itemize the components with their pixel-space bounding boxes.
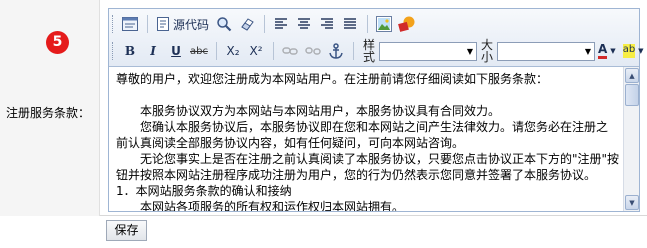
bold-button[interactable]: B	[119, 40, 141, 62]
size-select[interactable]: ▼	[497, 41, 595, 61]
link-icon[interactable]	[279, 40, 301, 62]
document-icon	[157, 17, 169, 31]
content-line: 1．本网站服务条款的确认和接纳	[116, 184, 292, 198]
image-icon[interactable]	[373, 13, 395, 35]
highlight-icon: ab	[622, 44, 636, 58]
editor-toolbar: 源代码 B I U abc X₂ X² 样式 ▼ 大小 ▼ A ▼ ab ▼	[109, 9, 644, 67]
toolbar-grip[interactable]	[112, 15, 115, 33]
editor-content-area[interactable]: 尊敬的用户，欢迎您注册成为本网站用户。在注册前请您仔细阅读如下服务条款： 本服务协…	[109, 67, 623, 211]
chevron-down-icon[interactable]: ▼	[464, 43, 476, 60]
eraser-icon[interactable]	[236, 13, 258, 35]
vertical-scrollbar[interactable]: ▲ ▼	[623, 67, 639, 211]
toolbar-row-1: 源代码	[112, 12, 419, 36]
toolbar-separator	[216, 42, 217, 60]
rich-text-editor: 源代码 B I U abc X₂ X² 样式 ▼ 大小 ▼ A ▼ ab ▼ 尊…	[108, 8, 644, 212]
content-line: 您确认本服务协议后，本服务协议即在您和本网站之间产生法律效力。请您务必在注册之	[140, 120, 609, 134]
zoom-icon[interactable]	[213, 13, 235, 35]
chevron-down-icon[interactable]: ▼	[582, 43, 594, 60]
align-right-icon[interactable]	[316, 13, 338, 35]
toolbar-separator	[353, 42, 354, 60]
source-code-label: 源代码	[173, 17, 210, 32]
scroll-up-icon[interactable]: ▲	[625, 68, 639, 83]
strikethrough-button[interactable]: abc	[188, 40, 210, 62]
superscript-button[interactable]: X²	[245, 40, 267, 62]
content-line: 无论您事实上是否在注册之前认真阅读了本服务协议，只要您点击协议正本下方的"注册"…	[140, 152, 620, 166]
font-color-button[interactable]: A ▼	[595, 40, 619, 62]
anchor-icon[interactable]	[325, 40, 347, 62]
content-line: 本服务协议双方为本网站与本网站用户，本服务协议具有合同效力。	[140, 104, 501, 118]
toolbar-row-2: B I U abc X₂ X² 样式 ▼ 大小 ▼ A ▼ ab ▼	[112, 39, 647, 63]
toolbar-separator	[273, 42, 274, 60]
subscript-button[interactable]: X₂	[222, 40, 244, 62]
flash-icon[interactable]	[396, 13, 418, 35]
toolbar-separator	[147, 15, 148, 33]
content-line: 前认真阅读全部服务协议内容，如有任何疑问，可向本网站咨询。	[116, 136, 465, 150]
content-line: 尊敬的用户，欢迎您注册成为本网站用户。在注册前请您仔细阅读如下服务条款：	[116, 72, 549, 86]
toolbar-grip[interactable]	[112, 42, 115, 60]
unlink-icon[interactable]	[302, 40, 324, 62]
underline-button[interactable]: U	[165, 40, 187, 62]
align-center-icon[interactable]	[293, 13, 315, 35]
content-line: 本网站各项服务的所有权和运作权归本网站拥有。	[140, 200, 405, 211]
chevron-down-icon: ▼	[610, 47, 616, 55]
toolbar-separator	[367, 15, 369, 33]
content-line: 钮并按照本网站注册程序成功注册为用户，您的行为仍然表示您同意并签署了本服务协议。	[116, 168, 597, 182]
align-justify-icon[interactable]	[339, 13, 361, 35]
chevron-down-icon: ▼	[638, 47, 644, 55]
source-view-icon[interactable]	[119, 13, 141, 35]
save-button[interactable]: 保存	[106, 220, 147, 241]
font-color-icon: A	[598, 43, 608, 59]
scrollbar-thumb[interactable]	[625, 84, 639, 106]
italic-button[interactable]: I	[142, 40, 164, 62]
style-label: 样式	[362, 38, 375, 64]
highlight-button[interactable]: ab ▼	[620, 40, 647, 62]
step-badge: 5	[46, 31, 69, 54]
size-label: 大小	[480, 38, 493, 64]
source-code-button[interactable]: 源代码	[153, 13, 212, 35]
content-line	[116, 87, 617, 103]
label-cell: 5 注册服务条款：	[0, 0, 100, 216]
form-row-terms: 5 注册服务条款： 源代码 B I U abc X₂ X² 样式 ▼ 大小 ▼ …	[0, 0, 647, 216]
scroll-down-icon[interactable]: ▼	[625, 195, 639, 210]
style-select[interactable]: ▼	[379, 41, 477, 61]
field-label: 注册服务条款：	[6, 106, 91, 120]
align-left-icon[interactable]	[270, 13, 292, 35]
toolbar-separator	[264, 15, 266, 33]
